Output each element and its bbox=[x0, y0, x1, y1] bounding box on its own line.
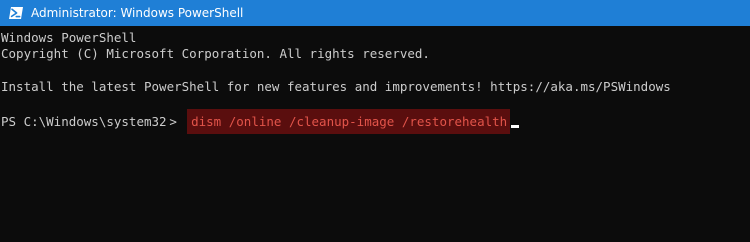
prompt-path: PS C:\Windows\system32 bbox=[1, 114, 167, 129]
powershell-window: Administrator: Windows PowerShell Window… bbox=[0, 0, 750, 242]
console-line-install-notice: Install the latest PowerShell for new fe… bbox=[1, 79, 671, 94]
console-prompt-line: PS C:\Windows\system32 > dism /online /cl… bbox=[1, 109, 520, 134]
console-line-header: Windows PowerShell bbox=[1, 30, 137, 45]
powershell-icon bbox=[9, 7, 23, 19]
title-bar[interactable]: Administrator: Windows PowerShell bbox=[0, 0, 750, 26]
text-cursor bbox=[511, 125, 520, 128]
prompt-chevron: > bbox=[169, 114, 177, 129]
command-input[interactable]: dism /online /cleanup-image /restoreheal… bbox=[187, 109, 511, 134]
console-output[interactable]: Windows PowerShell Copyright (C) Microso… bbox=[0, 26, 750, 242]
window-title: Administrator: Windows PowerShell bbox=[31, 6, 244, 20]
console-line-copyright: Copyright (C) Microsoft Corporation. All… bbox=[1, 46, 430, 61]
